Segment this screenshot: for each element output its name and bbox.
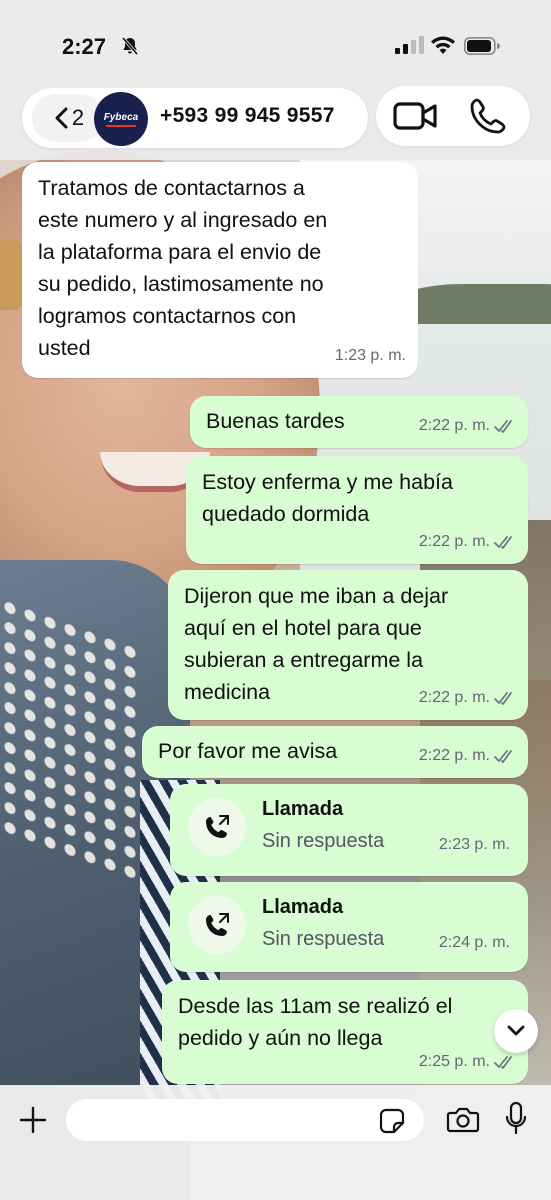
message-time: 2:25 p. m. (418, 1053, 490, 1070)
phone-icon[interactable] (468, 96, 508, 136)
sticker-icon[interactable] (378, 1107, 406, 1135)
call-time: 2:23 p. m. (438, 836, 510, 853)
missed-call-card[interactable]: Llamada Sin respuesta 2:23 p. m. (170, 784, 528, 876)
double-check-icon (494, 750, 512, 763)
message-time: 2:22 p. m. (418, 747, 490, 764)
message-outgoing[interactable]: Dijeron que me iban a dejar aquí en el h… (168, 570, 528, 720)
message-outgoing[interactable]: Desde las 11am se realizó el pedido y aú… (162, 980, 528, 1084)
double-check-icon (494, 536, 512, 549)
status-time: 2:27 (62, 34, 107, 59)
avatar-logo-text: Fybeca (103, 111, 139, 123)
call-status: Sin respuesta (262, 928, 385, 950)
scroll-to-bottom-button[interactable] (494, 1009, 538, 1053)
call-time: 2:24 p. m. (438, 934, 510, 951)
double-check-icon (494, 692, 512, 705)
bell-slash-icon (121, 37, 139, 55)
message-meta: 2:22 p. m. (419, 682, 516, 714)
call-icon-badge (188, 896, 246, 954)
message-outgoing[interactable]: Por favor me avisa 2:22 p. m. (142, 726, 528, 778)
microphone-icon[interactable] (504, 1101, 528, 1137)
avatar-logo-underline (106, 124, 136, 127)
message-meta: 2:25 p. m. (419, 1046, 516, 1078)
missed-call-card[interactable]: Llamada Sin respuesta 2:24 p. m. (170, 882, 528, 972)
composer-bar (0, 1085, 551, 1200)
message-meta: 1:23 p. m. (335, 340, 406, 372)
message-text: Desde las 11am se realizó el pedido y aú… (178, 994, 453, 1050)
chevron-left-icon (55, 107, 68, 129)
message-outgoing[interactable]: Estoy enferma y me había quedado dormida… (186, 456, 528, 564)
message-incoming[interactable]: Tratamos de contactarnos a este numero y… (22, 162, 418, 378)
message-time: 2:22 p. m. (418, 417, 490, 434)
video-call-icon[interactable] (392, 98, 440, 134)
call-status: Sin respuesta (262, 830, 385, 852)
call-icon-badge (188, 798, 246, 856)
chat-header: 2 Fybeca +593 99 945 9557 (0, 84, 551, 160)
call-title: Llamada (262, 896, 344, 918)
message-meta: 2:22 p. m. (419, 740, 516, 772)
plus-icon[interactable] (18, 1105, 48, 1135)
battery-icon (464, 37, 500, 55)
outgoing-call-icon (206, 815, 229, 838)
message-meta: 2:22 p. m. (419, 410, 516, 442)
double-check-icon (494, 1056, 512, 1069)
message-meta: 2:22 p. m. (419, 526, 516, 558)
unread-count: 2 (71, 105, 85, 130)
message-time: 2:22 p. m. (418, 689, 490, 706)
contact-name[interactable]: +593 99 945 9557 (160, 104, 335, 128)
call-title: Llamada (262, 798, 344, 820)
message-time: 1:23 p. m. (334, 347, 406, 364)
message-time: 2:22 p. m. (418, 533, 490, 550)
message-text: Tratamos de contactarnos a este numero y… (38, 176, 328, 360)
wifi-icon (431, 36, 455, 54)
chevron-down-icon (507, 1025, 525, 1036)
message-outgoing[interactable]: Buenas tardes 2:22 p. m. (190, 396, 528, 448)
message-input[interactable] (66, 1099, 424, 1141)
status-bar: 2:27 (0, 0, 551, 84)
outgoing-call-icon (206, 913, 229, 936)
cellular-signal-icon (395, 36, 424, 54)
avatar[interactable]: Fybeca (94, 92, 148, 146)
contact-pill[interactable]: 2 Fybeca +593 99 945 9557 (22, 88, 368, 148)
message-text: Estoy enferma y me había quedado dormida (202, 470, 453, 526)
double-check-icon (494, 420, 512, 433)
call-actions (376, 86, 530, 146)
camera-icon[interactable] (446, 1105, 480, 1135)
